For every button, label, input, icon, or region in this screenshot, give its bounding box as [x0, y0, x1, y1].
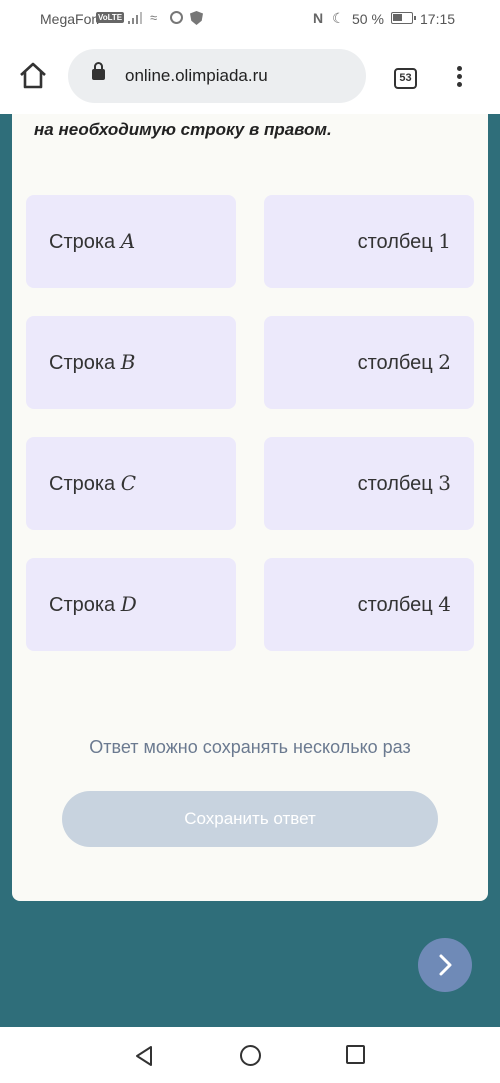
save-answer-button[interactable]: Сохранить ответ: [62, 791, 438, 847]
option-number: 4: [438, 592, 451, 616]
option-number: 1: [438, 229, 451, 253]
more-menu-icon[interactable]: [454, 66, 464, 90]
lock-icon: [92, 62, 105, 80]
option-label: столбец: [357, 231, 433, 253]
option-label: Строка: [49, 231, 116, 253]
option-label: столбец: [357, 594, 433, 616]
battery-percent: 50 %: [352, 11, 384, 27]
nfc-icon: N: [313, 10, 324, 26]
carrier-name: MegaFon: [40, 11, 100, 27]
chrome-icon: [170, 11, 183, 24]
option-number: 2: [438, 350, 451, 374]
option-label: Строка: [49, 352, 116, 374]
back-icon[interactable]: [134, 1045, 154, 1067]
right-option-4[interactable]: столбец 4: [264, 558, 474, 651]
right-option-1[interactable]: столбец 1: [264, 195, 474, 288]
moon-icon: ☾: [332, 10, 345, 26]
option-label: Строка: [49, 594, 116, 616]
address-bar[interactable]: online.olimpiada.ru: [68, 49, 366, 103]
signal-icon: [128, 12, 142, 24]
battery-icon: [391, 12, 416, 24]
save-hint: Ответ можно сохранять несколько раз: [89, 737, 411, 757]
home-icon[interactable]: [18, 60, 48, 90]
option-number: 3: [438, 471, 451, 495]
option-variable: C: [120, 471, 137, 495]
option-label: Строка: [49, 473, 116, 495]
right-option-3[interactable]: столбец 3: [264, 437, 474, 530]
option-label: столбец: [357, 473, 433, 495]
status-bar: MegaFon VoLTE ≈ N ☾ 50 % 17:15: [0, 0, 500, 38]
volte-badge: VoLTE: [96, 12, 125, 23]
option-variable: D: [120, 592, 137, 616]
option-label: столбец: [357, 352, 433, 374]
left-option-d[interactable]: Строка D: [26, 558, 236, 651]
left-option-b[interactable]: Строка B: [26, 316, 236, 409]
browser-toolbar: online.olimpiada.ru 53: [0, 38, 500, 114]
question-text: на необходимую строку в правом.: [34, 120, 332, 139]
next-button[interactable]: [418, 938, 472, 992]
home-circle-icon[interactable]: [240, 1045, 261, 1066]
tabs-button[interactable]: 53: [394, 68, 417, 89]
wifi-icon: ≈: [150, 10, 158, 25]
clock: 17:15: [420, 11, 456, 27]
chevron-right-icon: [439, 954, 452, 976]
right-option-2[interactable]: столбец 2: [264, 316, 474, 409]
system-nav-bar: [0, 1027, 500, 1083]
question-card: на необходимую строку в правом. Строка A…: [12, 114, 488, 901]
url-text: online.olimpiada.ru: [125, 66, 268, 85]
shield-icon: [190, 11, 203, 25]
option-variable: B: [120, 350, 136, 374]
left-option-a[interactable]: Строка A: [26, 195, 236, 288]
recent-apps-icon[interactable]: [346, 1045, 365, 1064]
option-variable: A: [120, 229, 136, 253]
left-option-c[interactable]: Строка C: [26, 437, 236, 530]
